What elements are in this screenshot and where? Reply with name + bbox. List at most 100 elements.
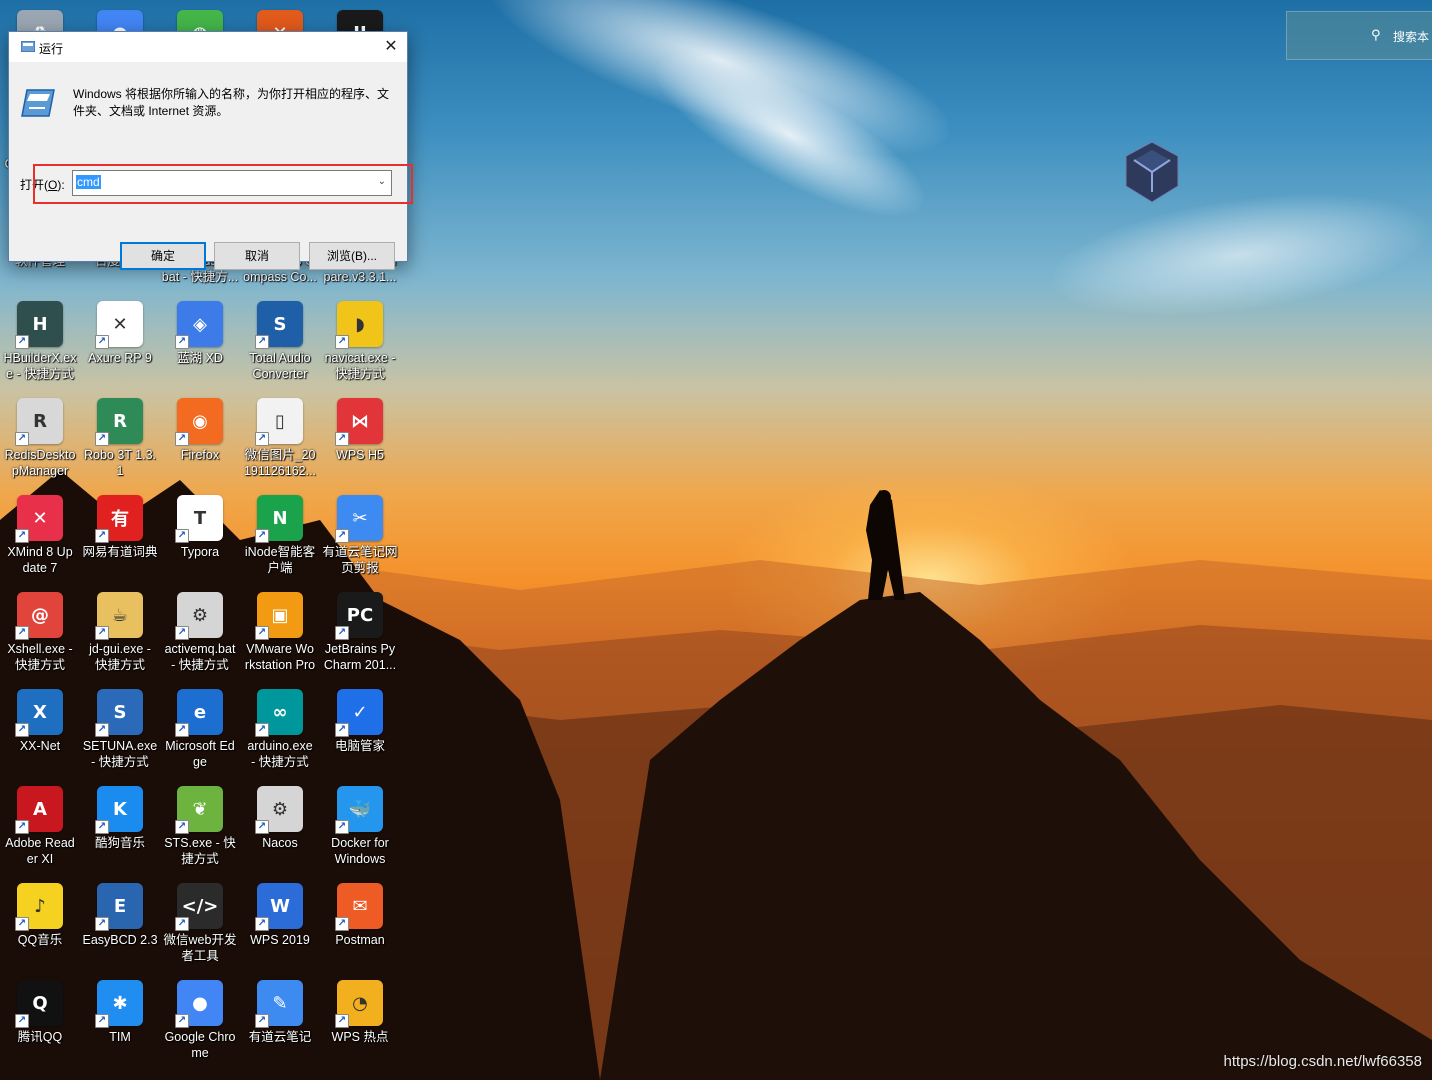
icon-glyph: ✕ (112, 313, 128, 335)
easybcd-icon: E ↗ (95, 883, 143, 931)
desktop-icon-label: Firefox (180, 448, 220, 462)
desktop-icon[interactable]: Q ↗ 腾讯QQ (0, 977, 80, 1071)
desktop-icon[interactable]: ⋈ ↗ WPS H5 (320, 395, 400, 489)
desktop-icon[interactable]: ☕ ↗ jd-gui.exe - 快捷方式 (80, 589, 160, 683)
shortcut-arrow-icon: ↗ (95, 1014, 109, 1028)
desktop-icon-label: 腾讯QQ (17, 1030, 63, 1044)
desktop-icon[interactable]: ⚙ ↗ Nacos (240, 783, 320, 877)
desktop-icon[interactable]: R ↗ Robo 3T 1.3. 1 (80, 395, 160, 489)
shortcut-arrow-icon: ↗ (255, 723, 269, 737)
desktop-icon-label: arduino.exe - 快捷方式 (247, 739, 313, 769)
icon-glyph: e (193, 701, 207, 723)
icon-glyph: Q (32, 992, 48, 1014)
desktop-icon[interactable]: ◔ ↗ WPS 热点 (320, 977, 400, 1071)
desktop-icon-label: SETUNA.exe - 快捷方式 (82, 739, 158, 769)
shortcut-arrow-icon: ↗ (95, 917, 109, 931)
desktop-icon[interactable]: ◉ ↗ Firefox (160, 395, 240, 489)
desktop-icon[interactable]: @ ↗ Xshell.exe - 快捷方式 (0, 589, 80, 683)
desktop-icon[interactable]: ⚙ ↗ activemq.bat - 快捷方式 (160, 589, 240, 683)
desktop-icon[interactable]: ▣ ↗ VMware Wo rkstation Pro (240, 589, 320, 683)
desktop-icon[interactable]: </> ↗ 微信web开发 者工具 (160, 880, 240, 974)
icon-glyph: ◔ (352, 992, 368, 1014)
shortcut-arrow-icon: ↗ (335, 335, 349, 349)
icon-glyph: @ (31, 604, 49, 626)
search-icon: ⚲ (1371, 28, 1381, 43)
desktop-icon[interactable]: ✱ ↗ TIM (80, 977, 160, 1071)
desktop-icon[interactable]: e ↗ Microsoft Ed ge (160, 686, 240, 780)
icon-glyph: R (33, 410, 47, 432)
desktop-icon[interactable]: ✕ ↗ Axure RP 9 (80, 298, 160, 392)
icon-glyph: ● (192, 992, 208, 1014)
dialog-body: Windows 将根据你所输入的名称，为你打开相应的程序、文件夹、文档或 Int… (9, 62, 413, 270)
redis-icon: R ↗ (15, 398, 63, 446)
icon-glyph: 有 (111, 509, 129, 530)
desktop-icon[interactable]: ◗ ↗ navicat.exe - 快捷方式 (320, 298, 400, 392)
search-box[interactable]: ⚲ 搜索本 (1286, 11, 1432, 60)
shortcut-arrow-icon: ↗ (15, 626, 29, 640)
desktop-icon[interactable]: ✎ ↗ 有道云笔记 (240, 977, 320, 1071)
spring-icon: ❦ ↗ (175, 786, 223, 834)
desktop-icon[interactable]: R ↗ RedisDeskto pManager (0, 395, 80, 489)
icon-glyph: ⚙ (271, 798, 289, 820)
icon-glyph: W (270, 895, 290, 917)
desktop-icon[interactable]: ✕ ↗ XMind 8 Up date 7 (0, 492, 80, 586)
desktop-icon[interactable]: ▯ ↗ 微信图片_20 191126162... (240, 395, 320, 489)
close-button[interactable]: ✕ (375, 32, 407, 62)
icon-glyph: ◉ (192, 410, 208, 432)
icon-glyph: ✎ (272, 992, 288, 1014)
youdao-clipper-icon: ✂ ↗ (335, 495, 383, 543)
inode-icon: N ↗ (255, 495, 303, 543)
desktop-icon[interactable]: ◈ ↗ 蓝湖 XD (160, 298, 240, 392)
icon-glyph: ✱ (112, 992, 128, 1014)
title-bar[interactable]: 运行 ✕ (9, 32, 407, 62)
desktop-icon[interactable]: ∞ ↗ arduino.exe - 快捷方式 (240, 686, 320, 780)
desktop-icon-label: WPS 2019 (250, 933, 310, 947)
desktop-icon-label: Typora (180, 545, 220, 559)
desktop-icon[interactable]: ✂ ↗ 有道云笔记网 页剪报 (320, 492, 400, 586)
shortcut-arrow-icon: ↗ (175, 723, 189, 737)
shortcut-arrow-icon: ↗ (175, 917, 189, 931)
desktop-icon[interactable]: X ↗ XX-Net (0, 686, 80, 780)
shortcut-arrow-icon: ↗ (175, 335, 189, 349)
desktop-icon[interactable]: T ↗ Typora (160, 492, 240, 586)
cube-widget-icon[interactable] (1124, 140, 1180, 204)
icon-glyph: T (193, 507, 207, 529)
desktop-icon-label: TIM (109, 1030, 131, 1044)
desktop-icon-label: XX-Net (19, 739, 61, 753)
desktop-icon[interactable]: N ↗ iNode智能客 户端 (240, 492, 320, 586)
desktop-icon-label: navicat.exe - 快捷方式 (324, 351, 396, 381)
robo3t-icon: R ↗ (95, 398, 143, 446)
desktop-icon[interactable]: W ↗ WPS 2019 (240, 880, 320, 974)
cancel-button[interactable]: 取消 (214, 242, 300, 270)
desktop-icon[interactable]: K ↗ 酷狗音乐 (80, 783, 160, 877)
typora-icon: T ↗ (175, 495, 223, 543)
youdao-note-icon: ✎ ↗ (255, 980, 303, 1028)
desktop-icon[interactable]: ♪ ↗ QQ音乐 (0, 880, 80, 974)
desktop-icon[interactable]: ✓ ↗ 电脑管家 (320, 686, 400, 780)
xx-net-icon: X ↗ (15, 689, 63, 737)
desktop-icon[interactable]: ❦ ↗ STS.exe - 快 捷方式 (160, 783, 240, 877)
desktop-icon[interactable]: 🐳 ↗ Docker for Windows (320, 783, 400, 877)
jd-gui-icon: ☕ ↗ (95, 592, 143, 640)
desktop-icon[interactable]: ✉ ↗ Postman (320, 880, 400, 974)
wps-hotspot-icon: ◔ ↗ (335, 980, 383, 1028)
desktop-icon[interactable]: 有 ↗ 网易有道词典 (80, 492, 160, 586)
desktop-icon[interactable]: A ↗ Adobe Read er XI (0, 783, 80, 877)
icon-glyph: H (32, 313, 48, 335)
desktop-icon[interactable]: H ↗ HBuilderX.ex e - 快捷方式 (0, 298, 80, 392)
desktop-icon-label: 网易有道词典 (82, 545, 158, 559)
desktop-icon[interactable]: PC ↗ JetBrains Py Charm 201... (320, 589, 400, 683)
kugou-icon: K ↗ (95, 786, 143, 834)
desktop-icon[interactable]: S ↗ Total Audio Converter (240, 298, 320, 392)
ok-button[interactable]: 确定 (120, 242, 206, 270)
shortcut-arrow-icon: ↗ (335, 1014, 349, 1028)
shortcut-arrow-icon: ↗ (335, 626, 349, 640)
desktop-icon[interactable]: ● ↗ Google Chro me (160, 977, 240, 1071)
shortcut-arrow-icon: ↗ (255, 432, 269, 446)
shortcut-arrow-icon: ↗ (15, 820, 29, 834)
desktop-icon[interactable]: E ↗ EasyBCD 2.3 (80, 880, 160, 974)
desktop-icon-label: QQ音乐 (17, 933, 63, 947)
browse-button[interactable]: 浏览(B)... (309, 242, 395, 270)
desktop-icon[interactable]: S ↗ SETUNA.exe - 快捷方式 (80, 686, 160, 780)
wps-h5-icon: ⋈ ↗ (335, 398, 383, 446)
